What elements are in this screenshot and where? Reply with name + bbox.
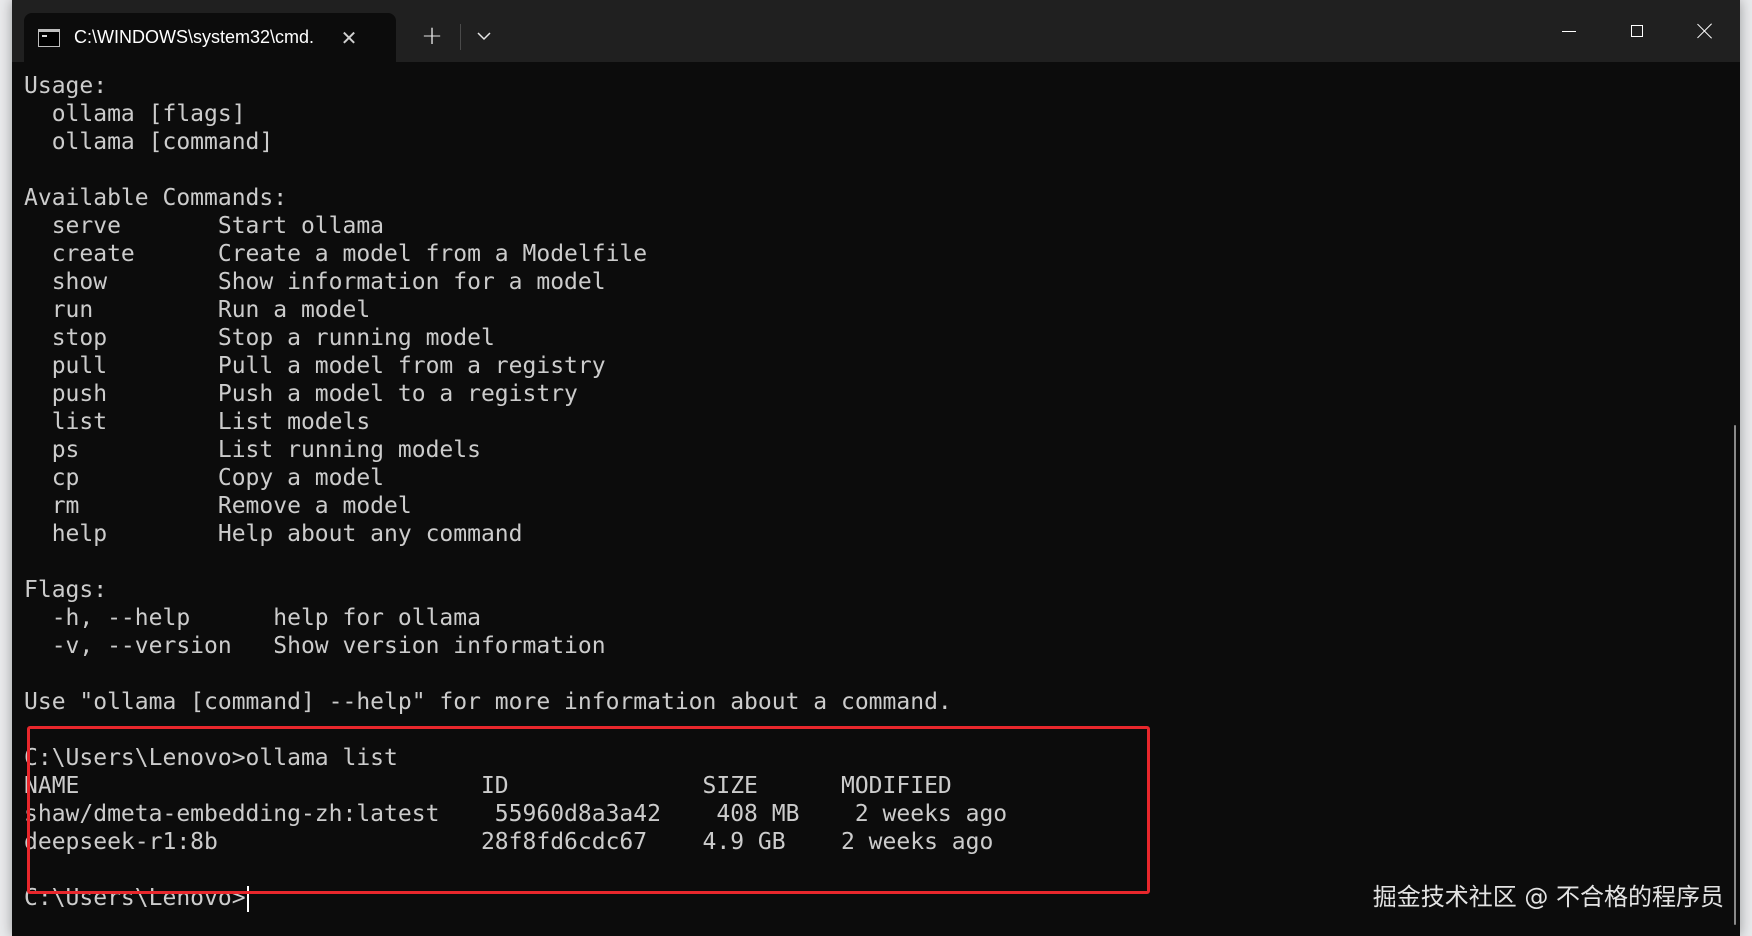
terminal-line: -v, --version Show version information [24, 633, 606, 659]
terminal-line: Use "ollama [command] --help" for more i… [24, 689, 952, 715]
title-bar: C:\WINDOWS\system32\cmd. ✕ + [12, 0, 1740, 62]
maximize-icon [1631, 25, 1643, 37]
terminal-line: shaw/dmeta-embedding-zh:latest 55960d8a3… [24, 801, 1008, 827]
terminal-line: deepseek-r1:8b 28f8fd6cdc67 4.9 GB 2 wee… [24, 829, 994, 855]
terminal-line: push Push a model to a registry [24, 381, 578, 407]
tab-cmd[interactable]: C:\WINDOWS\system32\cmd. ✕ [24, 13, 396, 62]
terminal-line: NAME ID SIZE MODIFIED [24, 773, 952, 799]
terminal-line: ollama [flags] [24, 101, 246, 127]
close-window-button[interactable] [1671, 0, 1739, 62]
minimize-icon [1562, 30, 1576, 32]
terminal-line: pull Pull a model from a registry [24, 353, 606, 379]
scrollbar[interactable] [1734, 425, 1736, 925]
terminal-line: stop Stop a running model [24, 325, 495, 351]
terminal-line: cp Copy a model [24, 465, 385, 491]
tab-separator [460, 24, 461, 50]
terminal-line: create Create a model from a Modelfile [24, 241, 648, 267]
terminal-line: run Run a model [24, 297, 371, 323]
terminal-line: -h, --help help for ollama [24, 605, 481, 631]
cmd-icon [38, 28, 60, 47]
new-tab-button[interactable]: + [412, 16, 452, 56]
terminal-line: C:\Users\Lenovo>ollama list [24, 745, 398, 771]
maximize-button[interactable] [1603, 0, 1671, 62]
tab-title: C:\WINDOWS\system32\cmd. [74, 27, 315, 47]
terminal-line: Usage: [24, 73, 108, 99]
terminal-line: list List models [24, 409, 371, 435]
terminal-line: serve Start ollama [24, 213, 385, 239]
terminal-output[interactable]: Usage: ollama [flags] ollama [command] Av… [24, 72, 1704, 912]
terminal-line: ollama [command] [24, 129, 274, 155]
terminal-line: ps List running models [24, 437, 481, 463]
terminal-line: show Show information for a model [24, 269, 606, 295]
terminal-line: Available Commands: [24, 185, 288, 211]
minimize-button[interactable] [1535, 0, 1603, 62]
terminal-window: C:\WINDOWS\system32\cmd. ✕ + Usage: olla… [12, 0, 1740, 936]
terminal-line: help Help about any command [24, 521, 523, 547]
terminal-line: Flags: [24, 577, 108, 603]
close-tab-icon[interactable]: ✕ [334, 26, 364, 50]
watermark: 掘金技术社区 @ 不合格的程序员 [1372, 883, 1724, 911]
terminal-line: rm Remove a model [24, 493, 412, 519]
text-cursor [246, 885, 249, 912]
chevron-down-icon[interactable] [464, 16, 504, 56]
close-window-icon [1696, 22, 1714, 40]
